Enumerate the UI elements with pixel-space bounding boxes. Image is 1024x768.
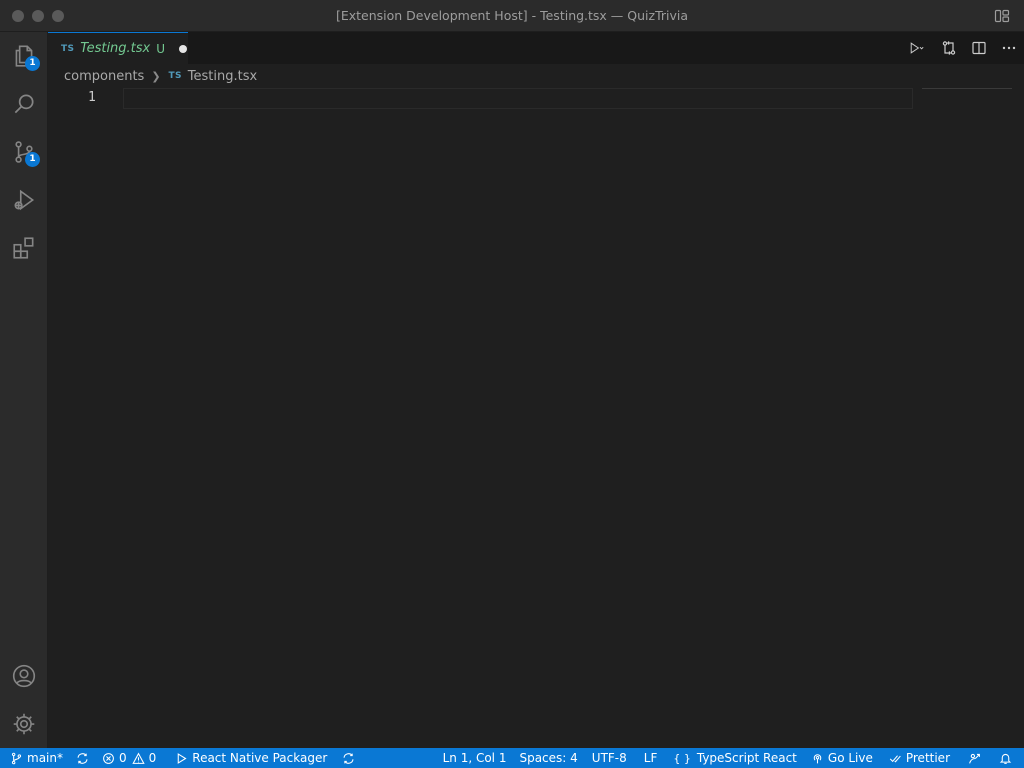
sync-icon xyxy=(77,752,88,764)
vscode-window: [Extension Development Host] - Testing.t… xyxy=(0,0,1024,768)
account-icon xyxy=(12,664,36,688)
manage-button[interactable] xyxy=(0,700,48,748)
editor-actions xyxy=(898,32,1024,64)
untracked-status: U xyxy=(156,41,166,56)
prettier-button[interactable]: Prettier xyxy=(881,748,958,768)
prettier-label: Prettier xyxy=(905,751,950,765)
indentation[interactable]: Spaces: 4 xyxy=(512,748,584,768)
branch-name: main* xyxy=(27,751,63,765)
notifications-button[interactable] xyxy=(991,748,1024,768)
end-of-line[interactable]: LF xyxy=(634,748,668,768)
branch-button[interactable]: main* xyxy=(0,748,68,768)
editor-scrollbar[interactable] xyxy=(1012,88,1024,748)
extensions-icon xyxy=(13,237,34,259)
feedback-icon xyxy=(969,753,980,764)
explorer-badge: 1 xyxy=(25,56,40,71)
unsaved-dot-icon[interactable] xyxy=(179,44,188,53)
window-title: [Extension Development Host] - Testing.t… xyxy=(335,8,689,23)
packager-restart-button[interactable] xyxy=(332,748,360,768)
activity-bar: 1 1 xyxy=(0,32,48,748)
split-editor-button[interactable] xyxy=(964,32,994,64)
typescript-icon: TS xyxy=(168,71,182,81)
broadcast-icon xyxy=(813,753,822,763)
accounts-button[interactable] xyxy=(0,652,48,700)
go-live-label: Go Live xyxy=(827,751,873,765)
packager-label: React Native Packager xyxy=(192,751,328,765)
language-mode: TypeScript React xyxy=(696,751,797,765)
ellipsis-icon xyxy=(1002,46,1016,50)
play-icon xyxy=(177,752,187,764)
git-branch-icon xyxy=(11,752,22,764)
language-mode-button[interactable]: { } TypeScript React xyxy=(667,748,803,768)
tab-label: Testing.tsx xyxy=(80,41,151,56)
compare-changes-icon xyxy=(942,41,956,55)
sync-button[interactable] xyxy=(68,748,97,768)
typescript-icon: TS xyxy=(61,43,75,54)
search-button[interactable] xyxy=(0,80,48,128)
run-file-button[interactable] xyxy=(898,32,934,64)
status-bar-right: Ln 1, Col 1 Spaces: 4 UTF-8 LF { } TypeS… xyxy=(437,748,1024,768)
extensions-button[interactable] xyxy=(0,224,48,272)
warning-icon xyxy=(131,752,145,764)
breadcrumb-folder[interactable]: components xyxy=(64,69,144,84)
feedback-button[interactable] xyxy=(958,748,991,768)
run-debug-icon xyxy=(910,42,924,54)
split-editor-icon xyxy=(972,41,986,55)
chevron-right-icon: ❯ xyxy=(151,69,161,83)
warning-count: 0 xyxy=(148,751,157,765)
error-icon xyxy=(103,752,114,764)
title-bar: [Extension Development Host] - Testing.t… xyxy=(0,0,1024,32)
cursor-position[interactable]: Ln 1, Col 1 xyxy=(437,748,513,768)
braces-icon: { } xyxy=(673,751,691,765)
go-live-button[interactable]: Go Live xyxy=(803,748,881,768)
editor-group: TS Testing.tsx U components ❯ TS Testing… xyxy=(48,32,1024,748)
breadcrumb-file[interactable]: Testing.tsx xyxy=(188,69,257,84)
breadcrumb: components ❯ TS Testing.tsx xyxy=(48,64,1024,88)
error-count: 0 xyxy=(118,751,127,765)
line-number: 1 xyxy=(88,90,96,105)
encoding[interactable]: UTF-8 xyxy=(585,748,634,768)
open-changes-button[interactable] xyxy=(934,32,964,64)
more-actions-button[interactable] xyxy=(994,32,1024,64)
tab-bar: TS Testing.tsx U xyxy=(48,32,1024,64)
tab-testing-tsx[interactable]: TS Testing.tsx U xyxy=(48,32,188,64)
source-control-button[interactable]: 1 xyxy=(0,128,48,176)
gear-icon xyxy=(13,713,35,735)
run-debug-icon xyxy=(14,189,35,211)
sync-icon xyxy=(343,752,354,764)
source-control-badge: 1 xyxy=(25,152,40,167)
code-editor-line[interactable] xyxy=(123,88,913,109)
react-native-packager-button[interactable]: React Native Packager xyxy=(161,748,332,768)
double-check-icon xyxy=(889,754,901,763)
search-icon xyxy=(14,94,34,114)
customize-layout-icon[interactable] xyxy=(994,8,1010,24)
minimap[interactable] xyxy=(922,88,1012,89)
bell-icon xyxy=(999,753,1012,764)
run-debug-button[interactable] xyxy=(0,176,48,224)
explorer-button[interactable]: 1 xyxy=(0,32,48,80)
status-bar: main* 0 0 React Native Packager Ln 1, Co… xyxy=(0,748,1024,768)
problems-button[interactable]: 0 0 xyxy=(97,748,161,768)
